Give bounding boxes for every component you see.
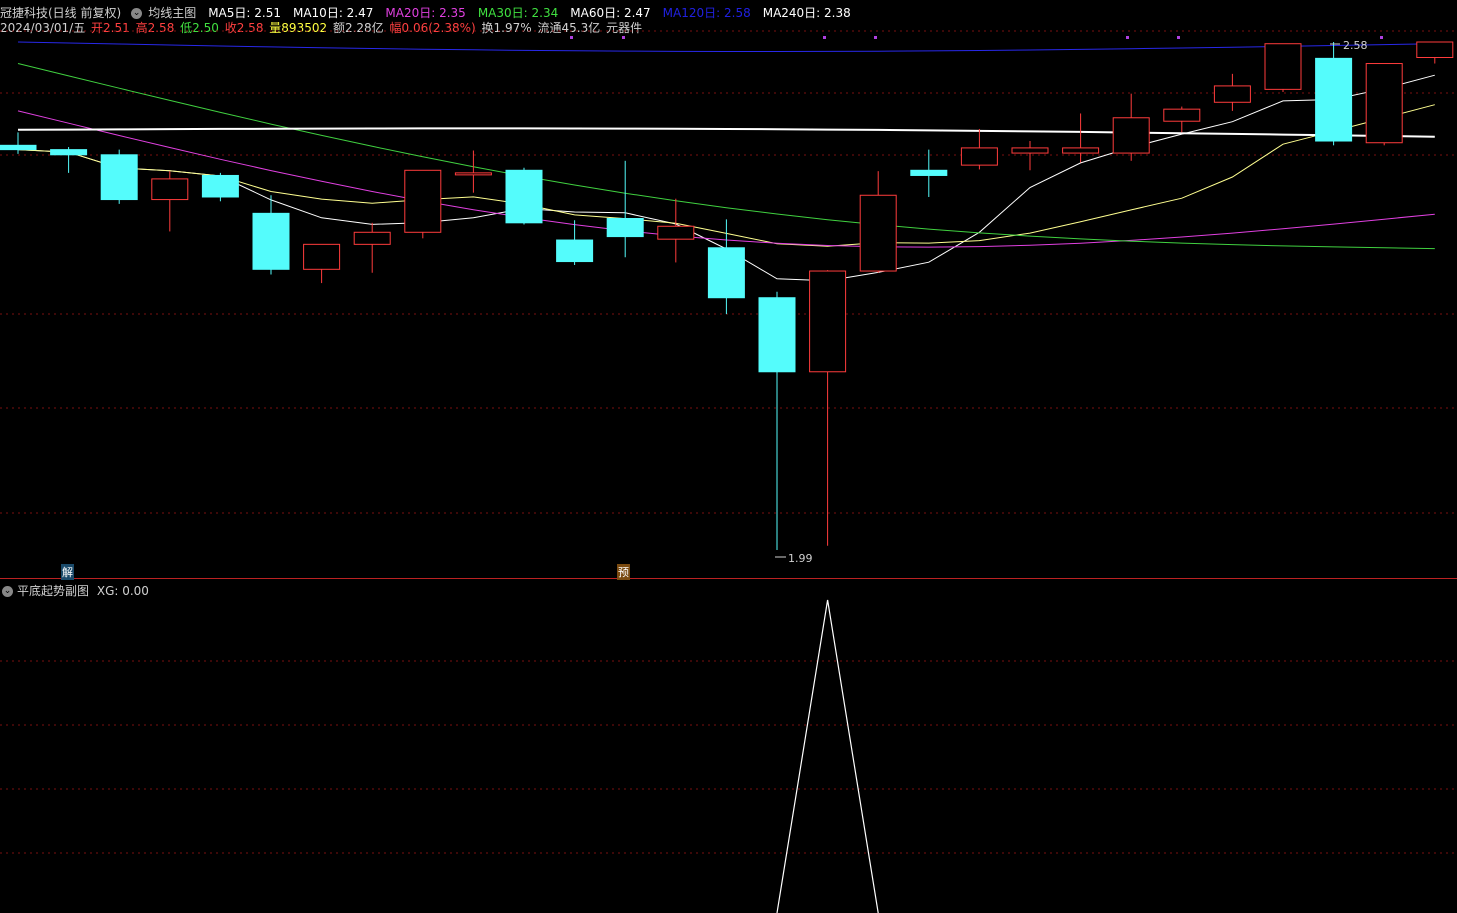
candle-body bbox=[1011, 147, 1049, 154]
candle-body bbox=[707, 247, 745, 299]
candles bbox=[0, 41, 1454, 558]
candle-body bbox=[151, 178, 189, 201]
candle-body bbox=[303, 243, 341, 270]
candle-body bbox=[1213, 85, 1251, 103]
signal-dot bbox=[823, 36, 826, 39]
xg-signal-line bbox=[776, 599, 879, 913]
candle-body bbox=[556, 239, 594, 263]
candle-body bbox=[1416, 41, 1454, 58]
candle-body bbox=[1264, 43, 1302, 90]
high-price-label: 2.58 bbox=[1343, 39, 1368, 52]
marker-yu[interactable]: 预 bbox=[617, 564, 630, 580]
chart-grid bbox=[0, 30, 1457, 854]
chevron-down-icon[interactable]: ⌄ bbox=[2, 586, 13, 597]
candle-body bbox=[1112, 117, 1150, 154]
candle-body bbox=[1163, 108, 1201, 122]
candle-body bbox=[1365, 63, 1403, 144]
candle-body bbox=[353, 231, 391, 245]
candle-body bbox=[201, 174, 239, 198]
sub-indicator bbox=[776, 599, 879, 913]
candle-body bbox=[657, 225, 695, 240]
ma240-line bbox=[17, 127, 1435, 138]
candle-body bbox=[606, 218, 644, 238]
signal-dot bbox=[1380, 36, 1383, 39]
candle-body bbox=[910, 169, 948, 176]
sub-chart-header: ⌄ 平底起势副图 XG: 0.00 bbox=[0, 582, 149, 599]
signal-dot bbox=[622, 36, 625, 39]
candle-body bbox=[809, 270, 847, 373]
candle-body bbox=[252, 212, 290, 270]
candle-body bbox=[758, 297, 796, 373]
signal-dot bbox=[570, 36, 573, 39]
candle-body bbox=[859, 194, 897, 272]
candle-body bbox=[50, 149, 88, 156]
candle-body bbox=[454, 172, 492, 176]
kline-chart[interactable]: 2.58 1.99 bbox=[0, 0, 1457, 913]
pane-divider[interactable] bbox=[0, 578, 1457, 579]
signal-dot bbox=[874, 36, 877, 39]
sub-value: XG: 0.00 bbox=[96, 584, 149, 598]
candle-body bbox=[404, 169, 442, 233]
sub-title[interactable]: 平底起势副图 bbox=[17, 584, 89, 598]
low-price-label: 1.99 bbox=[788, 552, 813, 565]
candle-body bbox=[100, 154, 138, 201]
candle-body bbox=[1315, 57, 1353, 142]
signal-dot bbox=[1126, 36, 1129, 39]
candle-body bbox=[960, 147, 998, 166]
marker-jie[interactable]: 解 bbox=[61, 564, 74, 580]
candle-body bbox=[1062, 147, 1100, 154]
ma120-line bbox=[17, 41, 1435, 52]
candle-body bbox=[0, 144, 37, 151]
candle-body bbox=[505, 169, 543, 224]
signal-dot bbox=[1177, 36, 1180, 39]
